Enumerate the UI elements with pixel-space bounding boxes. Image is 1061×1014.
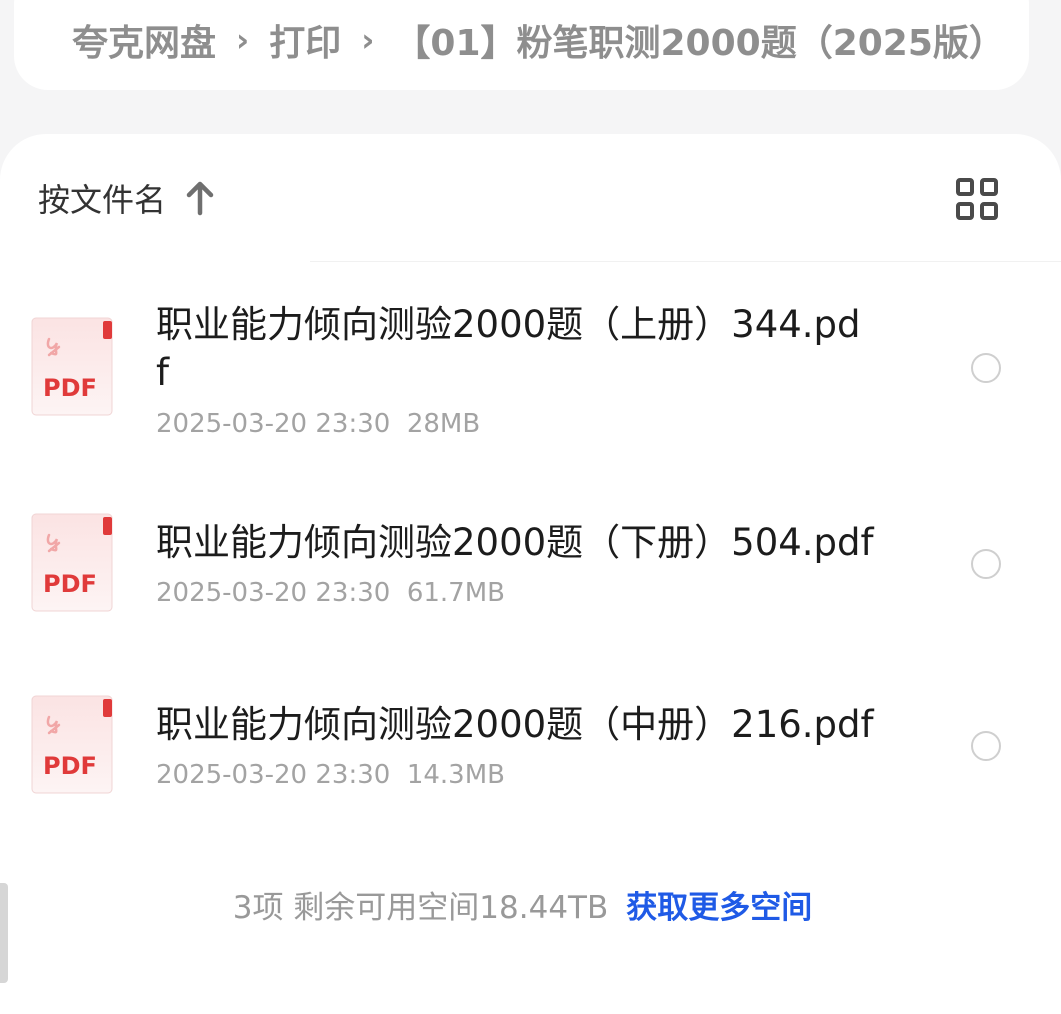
file-row[interactable]: PDF 职业能力倾向测验2000题（上册）344.pdf 2025-03-20 … [0, 290, 1061, 460]
file-size: 61.7MB [406, 578, 505, 608]
pdf-file-icon: PDF [31, 317, 113, 416]
file-name: 职业能力倾向测验2000题（中册）216.pdf [156, 703, 874, 746]
sort-button[interactable]: 按文件名 [38, 176, 216, 220]
divider [310, 261, 1061, 262]
file-size: 28MB [406, 409, 481, 439]
pdf-file-icon: PDF [31, 695, 113, 794]
file-meta: 2025-03-20 23:30 28MB [156, 408, 480, 440]
sort-label: 按文件名 [38, 181, 167, 219]
select-checkbox[interactable] [971, 353, 1001, 383]
select-checkbox[interactable] [971, 731, 1001, 761]
file-name: 职业能力倾向测验2000题（上册）344.pdf [156, 303, 861, 394]
scrollbar[interactable] [0, 883, 8, 983]
storage-summary: 3项 剩余可用空间18.44TB [232, 890, 609, 926]
file-date: 2025-03-20 23:30 [156, 578, 391, 608]
file-meta: 2025-03-20 23:30 61.7MB [156, 577, 505, 609]
breadcrumb-item-root[interactable]: 夸克网盘 [72, 14, 216, 66]
svg-text:PDF: PDF [43, 752, 97, 780]
chevron-right-icon: › [236, 21, 250, 59]
file-name: 职业能力倾向测验2000题（下册）504.pdf [156, 521, 874, 564]
arrow-up-icon [186, 181, 214, 216]
pdf-file-icon: PDF [31, 513, 113, 612]
file-row[interactable]: PDF 职业能力倾向测验2000题（中册）216.pdf 2025-03-20 … [0, 682, 1061, 812]
file-size: 14.3MB [406, 760, 505, 790]
breadcrumb: 夸克网盘 › 打印 › 【01】粉笔职测2000题（2025版） [72, 16, 1005, 64]
grid-view-icon[interactable] [955, 177, 999, 221]
breadcrumb-item-current: 【01】粉笔职测2000题（2025版） [394, 23, 1005, 64]
select-checkbox[interactable] [971, 549, 1001, 579]
get-more-space-link[interactable]: 获取更多空间 [626, 890, 812, 926]
file-date: 2025-03-20 23:30 [156, 760, 391, 790]
svg-text:PDF: PDF [43, 570, 97, 598]
file-meta: 2025-03-20 23:30 14.3MB [156, 759, 505, 791]
breadcrumb-item-print[interactable]: 打印 [269, 14, 341, 66]
file-row[interactable]: PDF 职业能力倾向测验2000题（下册）504.pdf 2025-03-20 … [0, 500, 1061, 630]
svg-text:PDF: PDF [43, 374, 97, 402]
file-date: 2025-03-20 23:30 [156, 409, 391, 439]
storage-footer: 3项 剩余可用空间18.44TB 获取更多空间 [0, 887, 1045, 929]
chevron-right-icon: › [361, 21, 375, 59]
